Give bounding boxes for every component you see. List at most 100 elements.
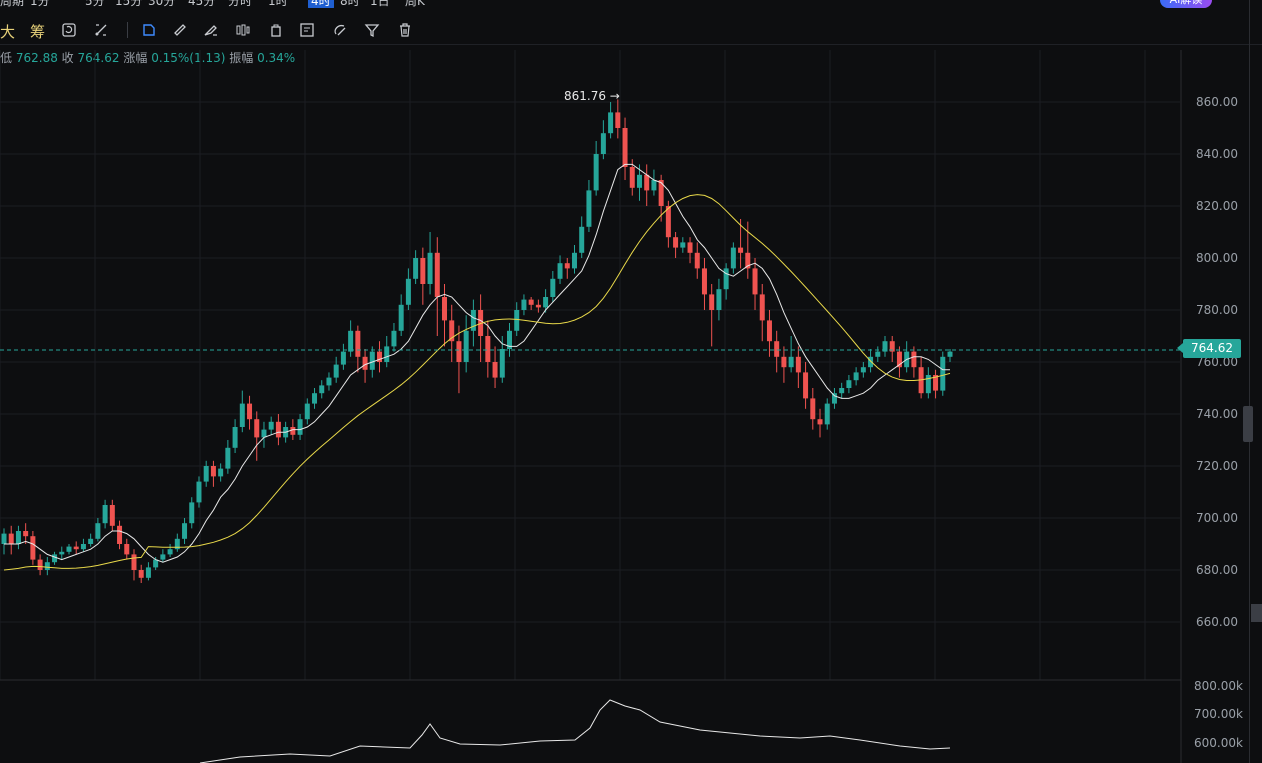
- candle-body: [947, 351, 953, 357]
- volume-axis-label: 800.00k: [1194, 679, 1243, 693]
- candle-body: [651, 180, 657, 191]
- candle-body: [23, 531, 29, 537]
- panel-collapse-handle[interactable]: [1243, 406, 1253, 442]
- candle-body: [528, 299, 534, 305]
- candle-body: [109, 505, 115, 526]
- candle-body: [608, 112, 614, 134]
- candle-body: [333, 364, 339, 378]
- candle-body: [730, 247, 736, 269]
- y-axis-tick-label: 860.00: [1196, 95, 1238, 109]
- candle-body: [275, 421, 281, 438]
- candle-body: [391, 330, 397, 347]
- candle-body: [59, 551, 65, 555]
- candle-body: [665, 206, 671, 238]
- ma-long-line: [3, 194, 951, 571]
- candle-body: [413, 258, 419, 279]
- candle-body: [124, 544, 130, 555]
- candle-body: [868, 356, 874, 368]
- candle-body: [716, 289, 722, 310]
- candle-body: [456, 341, 462, 362]
- candle-body: [427, 252, 433, 284]
- candle-body: [138, 570, 144, 578]
- candle-body: [788, 356, 794, 368]
- candle-body: [738, 247, 744, 253]
- scroll-handle[interactable]: [1251, 604, 1262, 622]
- candle-body: [131, 554, 137, 570]
- right-panel-edge: [1249, 0, 1250, 763]
- y-axis-tick-label: 720.00: [1196, 459, 1238, 473]
- candle-body: [644, 174, 650, 191]
- candle-body: [340, 351, 346, 365]
- candle-body: [831, 393, 837, 404]
- current-price-tag: 764.62: [1177, 339, 1241, 358]
- candle-body: [210, 466, 216, 477]
- candle-body: [189, 502, 195, 524]
- y-axis-tick-label: 740.00: [1196, 407, 1238, 421]
- candle-body: [701, 268, 707, 295]
- y-axis-tick-label: 680.00: [1196, 563, 1238, 577]
- candle-body: [30, 536, 36, 560]
- candle-body: [239, 403, 245, 427]
- candle-body: [405, 278, 411, 305]
- candle-body: [680, 242, 686, 248]
- candle-body: [694, 252, 700, 269]
- candle-body: [15, 531, 21, 544]
- candle-body: [384, 346, 390, 362]
- y-axis-tick-label: 780.00: [1196, 303, 1238, 317]
- candle-body: [521, 299, 527, 310]
- candle-body: [499, 349, 505, 378]
- candle-body: [514, 310, 520, 331]
- candle-body: [853, 372, 859, 381]
- candle-body: [355, 330, 361, 357]
- candle-body: [196, 481, 202, 503]
- candle-body: [622, 128, 628, 167]
- candle-body: [117, 525, 123, 544]
- candle-body: [485, 336, 491, 362]
- candle-body: [434, 252, 440, 297]
- candle-body: [160, 554, 166, 560]
- candle-body: [66, 546, 72, 552]
- y-axis-tick-label: 840.00: [1196, 147, 1238, 161]
- candle-body: [1, 533, 7, 544]
- candle-body: [218, 468, 224, 477]
- candle-body: [261, 429, 267, 438]
- candle-body: [232, 427, 238, 448]
- candle-body: [723, 268, 729, 290]
- candle-body: [319, 385, 325, 394]
- candle-body: [297, 419, 303, 435]
- volume-line: [199, 699, 951, 763]
- candle-body: [571, 252, 577, 269]
- candle-body: [442, 297, 448, 321]
- candle-body: [615, 112, 621, 128]
- y-axis-tick-label: 660.00: [1196, 615, 1238, 629]
- candle-body: [247, 403, 253, 420]
- candle-body: [304, 403, 310, 420]
- candle-body: [550, 278, 556, 297]
- candle-body: [810, 398, 816, 420]
- candle-body: [225, 447, 231, 469]
- ma-short-line: [4, 163, 950, 563]
- candle-body: [88, 538, 94, 544]
- candle-body: [839, 388, 845, 394]
- candle-body: [492, 362, 498, 378]
- candle-body: [752, 268, 758, 295]
- candle-body: [102, 505, 108, 524]
- candle-body: [167, 549, 173, 555]
- candle-body: [290, 427, 296, 435]
- candle-body: [470, 310, 476, 331]
- candle-body: [795, 356, 801, 373]
- candle-body: [860, 367, 866, 373]
- candle-body: [348, 330, 354, 352]
- candle-body: [95, 523, 101, 539]
- candlestick-chart[interactable]: 860.00840.00820.00800.00780.00760.00740.…: [0, 0, 1249, 763]
- candle-body: [543, 297, 549, 308]
- y-axis-tick-label: 820.00: [1196, 199, 1238, 213]
- candle-body: [846, 380, 852, 388]
- candle-body: [586, 190, 592, 227]
- candle-body: [709, 294, 715, 310]
- candle-body: [593, 154, 599, 191]
- candle-body: [254, 419, 260, 438]
- candle-body: [803, 372, 809, 399]
- candle-body: [44, 562, 50, 570]
- candle-body: [774, 341, 780, 357]
